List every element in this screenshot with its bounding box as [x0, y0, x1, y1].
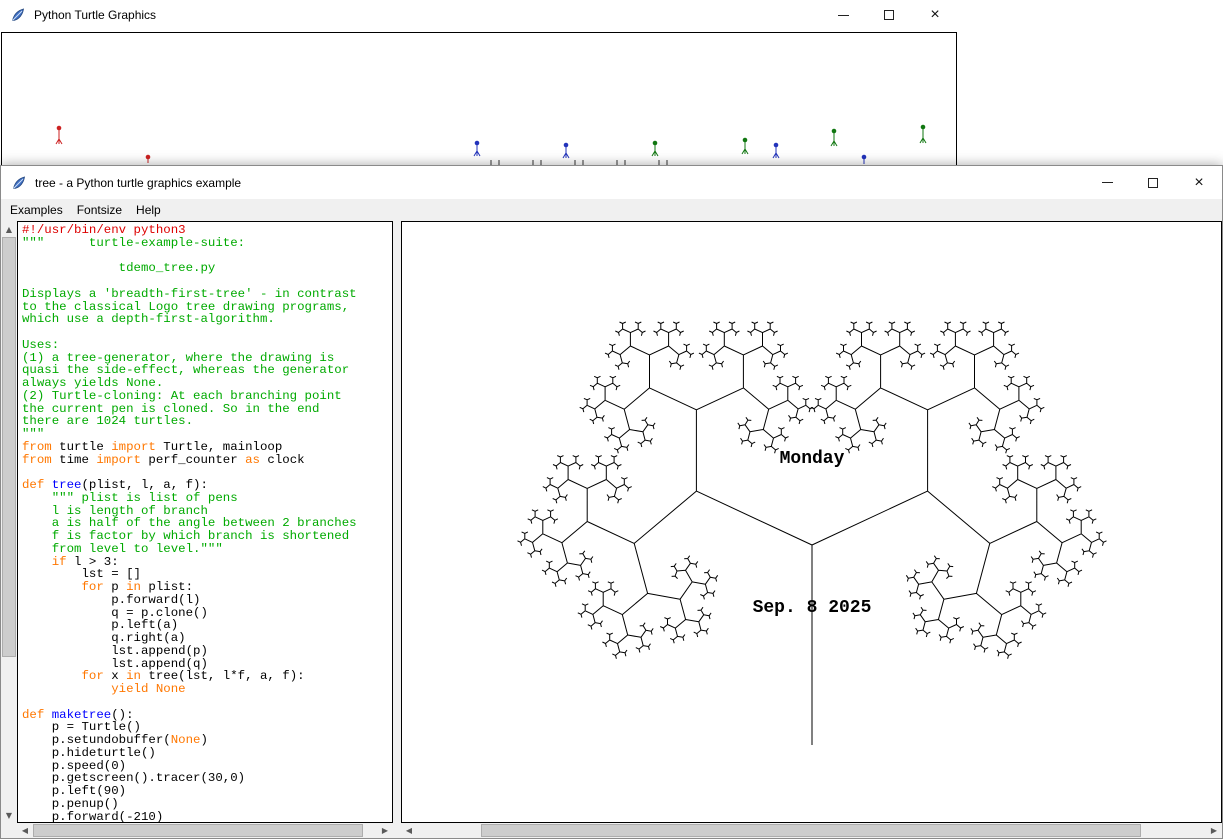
canvas-label: Monday — [780, 449, 845, 469]
left-arrow-icon: ◀ — [22, 826, 28, 835]
code-line — [22, 326, 392, 339]
code-line: p.forward(-210) — [22, 811, 392, 824]
menu-help[interactable]: Help — [129, 201, 168, 219]
tree-demo-window: tree - a Python turtle graphics example … — [0, 165, 1223, 839]
code-horizontal-scrollbar[interactable]: ◀ ▶ — [17, 823, 393, 838]
bg-window-title: Python Turtle Graphics — [34, 8, 156, 22]
canvas-horizontal-scrollbar[interactable]: ◀ ▶ — [401, 823, 1222, 838]
turtle-figure — [146, 155, 151, 163]
close-icon: × — [1194, 175, 1203, 191]
down-arrow-icon: ▼ — [6, 811, 12, 820]
turtle-figure — [920, 125, 926, 143]
menubar: Examples Fontsize Help — [1, 199, 1222, 221]
turtle-figure — [474, 141, 480, 156]
right-arrow-icon: ▶ — [382, 826, 388, 835]
fg-minimize-button[interactable] — [1084, 166, 1130, 199]
fg-maximize-button[interactable] — [1130, 166, 1176, 199]
maximize-icon — [1148, 178, 1158, 188]
menu-fontsize[interactable]: Fontsize — [70, 201, 129, 219]
bg-titlebar[interactable]: Python Turtle Graphics × — [0, 0, 958, 30]
code-text[interactable]: #!/usr/bin/env python3""" turtle-example… — [18, 222, 392, 823]
turtle-figure — [56, 126, 62, 144]
code-line: which use a depth-first-algorithm. — [22, 313, 392, 326]
turtle-figure — [563, 143, 569, 158]
up-arrow-icon: ▲ — [6, 225, 12, 234]
bg-window-controls: × — [820, 0, 958, 30]
code-vscroll-thumb[interactable] — [2, 237, 16, 657]
code-line: from time import perf_counter as clock — [22, 454, 392, 467]
code-vertical-scrollbar[interactable]: ▲ ▼ — [1, 221, 17, 823]
fg-close-button[interactable]: × — [1176, 166, 1222, 199]
canvas-label: Sep. 8 2025 — [753, 598, 872, 618]
left-arrow-icon: ◀ — [406, 826, 412, 835]
bg-minimize-button[interactable] — [820, 0, 866, 30]
fg-titlebar[interactable]: tree - a Python turtle graphics example … — [1, 166, 1222, 199]
code-line: yield None — [22, 683, 392, 696]
maximize-icon — [884, 10, 894, 20]
tk-feather-icon — [10, 7, 26, 23]
scroll-right-button[interactable]: ▶ — [1206, 823, 1222, 838]
fractal-tree-path — [518, 322, 1107, 745]
fractal-tree-drawing: Monday Sep. 8 2025 — [402, 222, 1221, 822]
bg-turtles-drawing — [2, 33, 956, 173]
close-icon: × — [930, 7, 939, 23]
turtle-figure — [773, 143, 779, 158]
canvas-hscroll-thumb[interactable] — [481, 824, 1141, 837]
fg-window-controls: × — [1084, 166, 1222, 199]
code-hscroll-thumb[interactable] — [33, 824, 363, 837]
bg-maximize-button[interactable] — [866, 0, 912, 30]
scroll-down-button[interactable]: ▼ — [1, 807, 17, 823]
minimize-icon — [1102, 182, 1113, 183]
fg-content: ▲ ▼ #!/usr/bin/env python3""" turtle-exa… — [1, 221, 1222, 838]
turtle-figure — [862, 155, 867, 164]
code-line: tdemo_tree.py — [22, 262, 392, 275]
menu-examples[interactable]: Examples — [3, 201, 70, 219]
scroll-up-button[interactable]: ▲ — [1, 221, 17, 237]
code-line: there are 1024 turtles. — [22, 415, 392, 428]
turtle-figure — [652, 141, 658, 156]
turtle-figure — [831, 129, 837, 146]
scroll-left-button[interactable]: ◀ — [401, 823, 417, 838]
bg-close-button[interactable]: × — [912, 0, 958, 30]
code-line: """ turtle-example-suite: — [22, 237, 392, 250]
code-pane: #!/usr/bin/env python3""" turtle-example… — [17, 221, 393, 823]
fg-window-title: tree - a Python turtle graphics example — [35, 176, 241, 190]
turtle-figure — [742, 138, 748, 154]
scroll-left-button[interactable]: ◀ — [17, 823, 33, 838]
minimize-icon — [838, 15, 849, 16]
scroll-right-button[interactable]: ▶ — [377, 823, 393, 838]
tk-feather-icon — [11, 175, 27, 191]
right-arrow-icon: ▶ — [1211, 826, 1217, 835]
turtle-canvas: Monday Sep. 8 2025 — [401, 221, 1222, 823]
